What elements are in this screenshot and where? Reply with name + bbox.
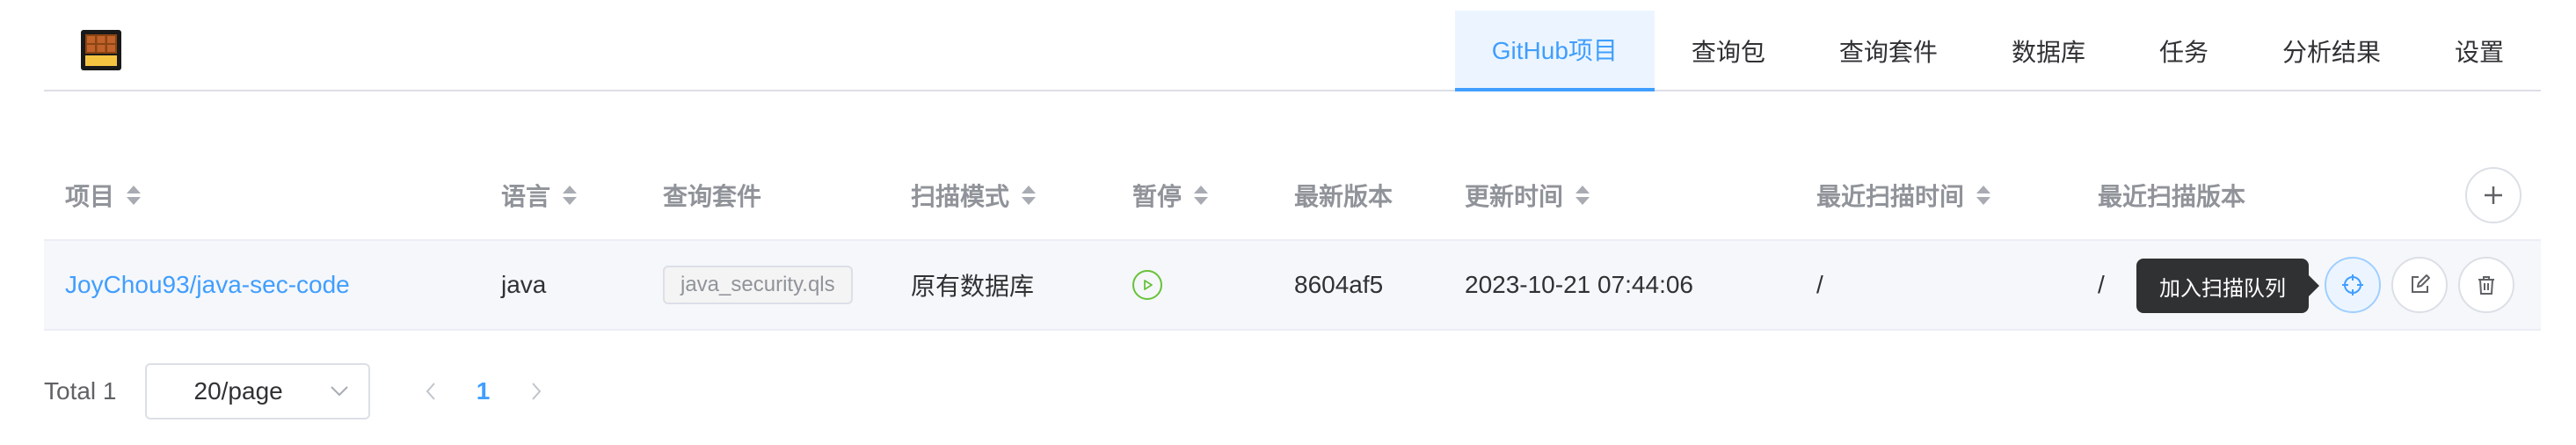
- edit-button[interactable]: [2391, 257, 2448, 313]
- column-header-language[interactable]: 语言: [501, 151, 578, 239]
- edit-icon: [2412, 274, 2430, 293]
- scan-queue-tooltip: 加入扫描队列: [2136, 259, 2319, 313]
- column-header-last-scan-time[interactable]: 最近扫描时间: [1816, 151, 1991, 239]
- suite-cell: java_security.qls: [663, 241, 853, 329]
- page-size-select[interactable]: 20/page: [144, 363, 370, 419]
- nav-query-packs[interactable]: 查询包: [1655, 11, 1802, 91]
- table-row: JoyChou93/java-sec-code java java_securi…: [44, 239, 2541, 331]
- nav-analysis-results[interactable]: 分析结果: [2245, 11, 2418, 91]
- latest-version-cell: 8604af5: [1294, 271, 1384, 298]
- pause-cell: [1132, 241, 1162, 329]
- next-page-button[interactable]: [514, 382, 558, 401]
- scan-mode-cell: 原有数据库: [911, 273, 1035, 300]
- language-cell: java: [501, 271, 547, 298]
- app-logo-icon[interactable]: [79, 28, 123, 72]
- column-header-project[interactable]: 项目: [65, 151, 142, 239]
- column-header-suite: 查询套件: [663, 183, 762, 210]
- column-header-scan-mode[interactable]: 扫描模式: [911, 151, 1037, 239]
- project-link[interactable]: JoyChou93/java-sec-code: [65, 241, 350, 329]
- projects-table: 项目 语言 查询套件 扫描模式 暂停 最新版本 更新时间 最近扫描时间 最近扫描…: [44, 151, 2541, 331]
- column-header-latest-version: 最新版本: [1294, 183, 1394, 210]
- plus-icon: [2485, 186, 2502, 204]
- sort-icon[interactable]: [1976, 186, 1991, 205]
- sort-icon[interactable]: [1022, 186, 1037, 205]
- chevron-right-icon: [531, 383, 541, 400]
- column-header-updated-at[interactable]: 更新时间: [1465, 151, 1590, 239]
- suite-tag: java_security.qls: [663, 266, 853, 304]
- nav-databases[interactable]: 数据库: [1975, 11, 2122, 91]
- sort-icon[interactable]: [127, 186, 142, 205]
- add-to-scan-queue-button[interactable]: [2325, 257, 2381, 313]
- table-header: 项目 语言 查询套件 扫描模式 暂停 最新版本 更新时间 最近扫描时间 最近扫描…: [44, 151, 2541, 239]
- add-project-button[interactable]: [2465, 167, 2521, 223]
- nav-tasks[interactable]: 任务: [2122, 11, 2245, 91]
- chevron-left-icon: [426, 383, 435, 400]
- updated-at-cell: 2023-10-21 07:44:06: [1465, 271, 1693, 298]
- column-header-pause[interactable]: 暂停: [1132, 151, 1209, 239]
- play-icon[interactable]: [1132, 270, 1162, 300]
- last-scan-time-cell: /: [1816, 271, 1823, 298]
- last-scan-version-cell: /: [2098, 271, 2105, 298]
- sort-icon[interactable]: [563, 186, 578, 205]
- delete-button[interactable]: [2458, 257, 2514, 313]
- top-nav: GitHub项目 查询包 查询套件 数据库 任务 分析结果 设置: [1454, 11, 2541, 91]
- trash-icon: [2478, 276, 2494, 295]
- sort-icon[interactable]: [1194, 186, 1209, 205]
- nav-github-projects[interactable]: GitHub项目: [1454, 11, 1655, 91]
- page-number-1[interactable]: 1: [453, 377, 514, 405]
- sort-icon[interactable]: [1575, 186, 1590, 205]
- total-count: Total 1: [44, 377, 117, 405]
- pagination: Total 1 20/page 1: [44, 362, 558, 420]
- nav-query-suites[interactable]: 查询套件: [1802, 11, 1975, 91]
- crosshair-icon: [2342, 274, 2363, 295]
- nav-settings[interactable]: 设置: [2418, 11, 2541, 91]
- prev-page-button[interactable]: [409, 382, 453, 401]
- chevron-down-icon: [330, 386, 348, 397]
- column-header-last-scan-version: 最近扫描版本: [2098, 183, 2246, 210]
- top-header: GitHub项目 查询包 查询套件 数据库 任务 分析结果 设置: [44, 0, 2541, 91]
